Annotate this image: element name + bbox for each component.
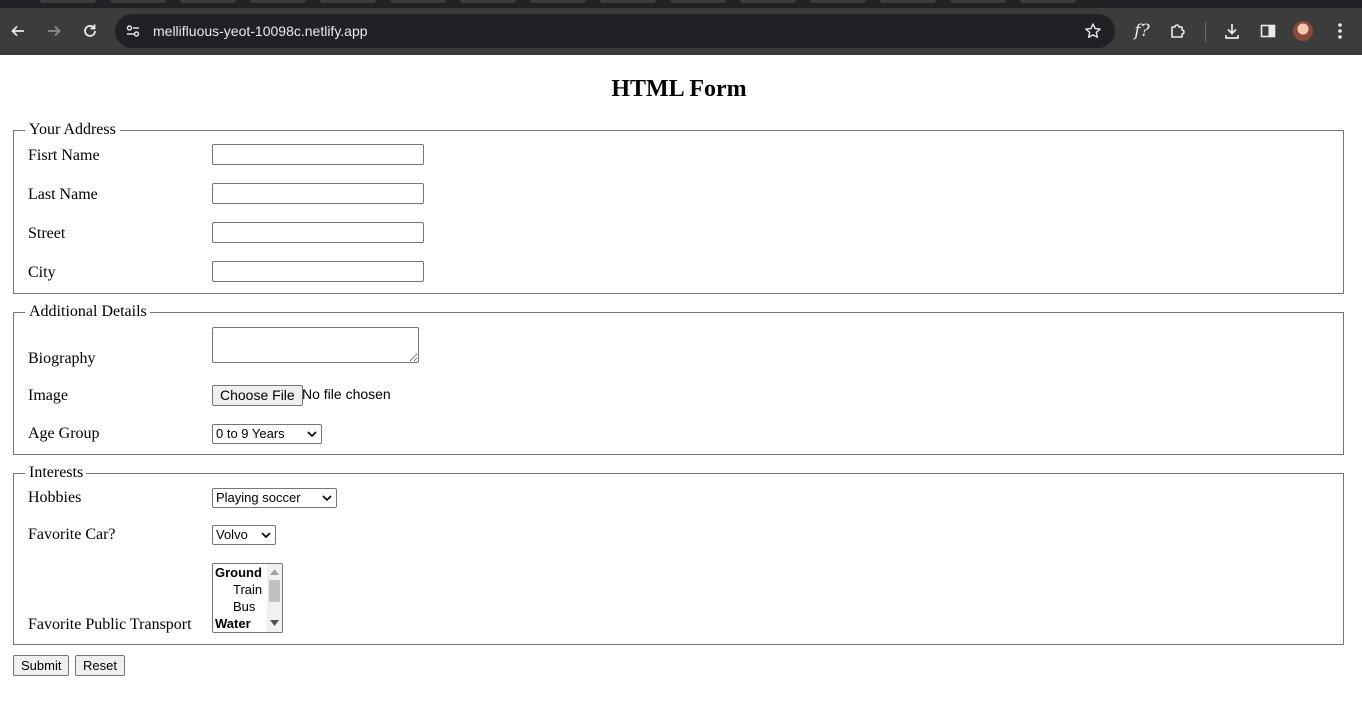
street-label: Street — [28, 225, 66, 242]
tab[interactable] — [110, 0, 166, 3]
age-group-select[interactable]: 0 to 9 Years — [212, 424, 322, 444]
tab-strip — [0, 0, 1362, 8]
browser-chrome: mellifluous-yeot-10098c.netlify.app f? — [0, 0, 1362, 55]
tab[interactable] — [740, 0, 796, 3]
biography-label: Biography — [28, 350, 96, 367]
more-menu-icon[interactable] — [1329, 20, 1351, 42]
tab[interactable] — [320, 0, 376, 3]
scroll-up-arrow-icon[interactable] — [270, 569, 279, 575]
tab[interactable] — [670, 0, 726, 3]
interests-fieldset: Interests Hobbies Playing soccer Favorit… — [13, 465, 1344, 645]
scroll-down-arrow-icon[interactable] — [270, 620, 279, 626]
image-label: Image — [28, 387, 68, 404]
extension-function-icon[interactable]: f? — [1131, 20, 1153, 42]
tab[interactable] — [810, 0, 866, 3]
hobbies-label: Hobbies — [28, 489, 82, 506]
toolbar-separator — [1205, 22, 1206, 42]
tab[interactable] — [950, 0, 1006, 3]
favorite-car-label: Favorite Car? — [28, 526, 116, 543]
listbox-scrollbar[interactable] — [267, 564, 282, 632]
browser-toolbar: mellifluous-yeot-10098c.netlify.app f? — [0, 8, 1362, 55]
favorite-transport-listbox[interactable]: Ground Train Bus Water — [212, 563, 283, 633]
chevron-down-icon — [307, 431, 317, 438]
reload-icon[interactable] — [79, 20, 101, 42]
tab[interactable] — [180, 0, 236, 3]
tab[interactable] — [600, 0, 656, 3]
scrollbar-thumb[interactable] — [269, 580, 280, 602]
page-content: HTML Form Your Address Fisrt Name Last N… — [0, 55, 1362, 706]
hobbies-select[interactable]: Playing soccer — [212, 488, 337, 508]
city-label: City — [28, 264, 56, 281]
first-name-field[interactable] — [212, 144, 424, 165]
tab[interactable] — [250, 0, 306, 3]
age-group-label: Age Group — [28, 425, 100, 442]
profile-avatar[interactable] — [1293, 21, 1313, 41]
details-legend: Additional Details — [29, 303, 147, 320]
last-name-field[interactable] — [212, 183, 424, 204]
listbox-option-train[interactable]: Train — [215, 581, 262, 598]
hobbies-value: Playing soccer — [216, 490, 301, 505]
tab[interactable] — [530, 0, 586, 3]
back-arrow-icon[interactable] — [7, 20, 29, 42]
tab[interactable] — [460, 0, 516, 3]
submit-button[interactable]: Submit — [13, 655, 70, 676]
tab[interactable] — [880, 0, 936, 3]
city-field[interactable] — [212, 261, 424, 282]
age-group-value: 0 to 9 Years — [216, 426, 285, 441]
street-field[interactable] — [212, 222, 424, 243]
tab[interactable] — [390, 0, 446, 3]
favorite-car-value: Volvo — [216, 527, 248, 542]
address-fieldset: Your Address Fisrt Name Last Name Street… — [13, 122, 1344, 294]
download-icon[interactable] — [1221, 20, 1243, 42]
biography-textarea[interactable] — [212, 327, 419, 363]
listbox-group-water: Water — [215, 616, 251, 631]
file-status-text: No file chosen — [302, 386, 391, 402]
tab[interactable] — [40, 0, 96, 3]
url-text[interactable]: mellifluous-yeot-10098c.netlify.app — [153, 14, 368, 48]
extensions-puzzle-icon[interactable] — [1167, 20, 1189, 42]
listbox-group-ground: Ground — [215, 565, 262, 580]
page-title: HTML Form — [611, 76, 747, 102]
listbox-option-bus[interactable]: Bus — [215, 598, 255, 615]
chevron-down-icon — [322, 495, 332, 502]
address-legend: Your Address — [29, 121, 116, 138]
choose-file-button[interactable]: Choose File — [212, 385, 303, 406]
bookmark-star-icon[interactable] — [1083, 21, 1103, 41]
first-name-label: Fisrt Name — [28, 147, 100, 164]
details-fieldset: Additional Details Biography Image Choos… — [13, 304, 1344, 455]
tab[interactable] — [1020, 0, 1076, 3]
forward-arrow-icon[interactable] — [43, 20, 65, 42]
chevron-down-icon — [261, 532, 271, 539]
side-panel-icon[interactable] — [1257, 20, 1279, 42]
favorite-transport-label: Favorite Public Transport — [28, 616, 192, 633]
last-name-label: Last Name — [28, 186, 98, 203]
address-bar[interactable]: mellifluous-yeot-10098c.netlify.app — [115, 14, 1115, 48]
site-info-icon[interactable] — [123, 21, 143, 41]
favorite-car-select[interactable]: Volvo — [212, 525, 276, 545]
reset-button[interactable]: Reset — [75, 655, 125, 676]
interests-legend: Interests — [29, 464, 84, 481]
